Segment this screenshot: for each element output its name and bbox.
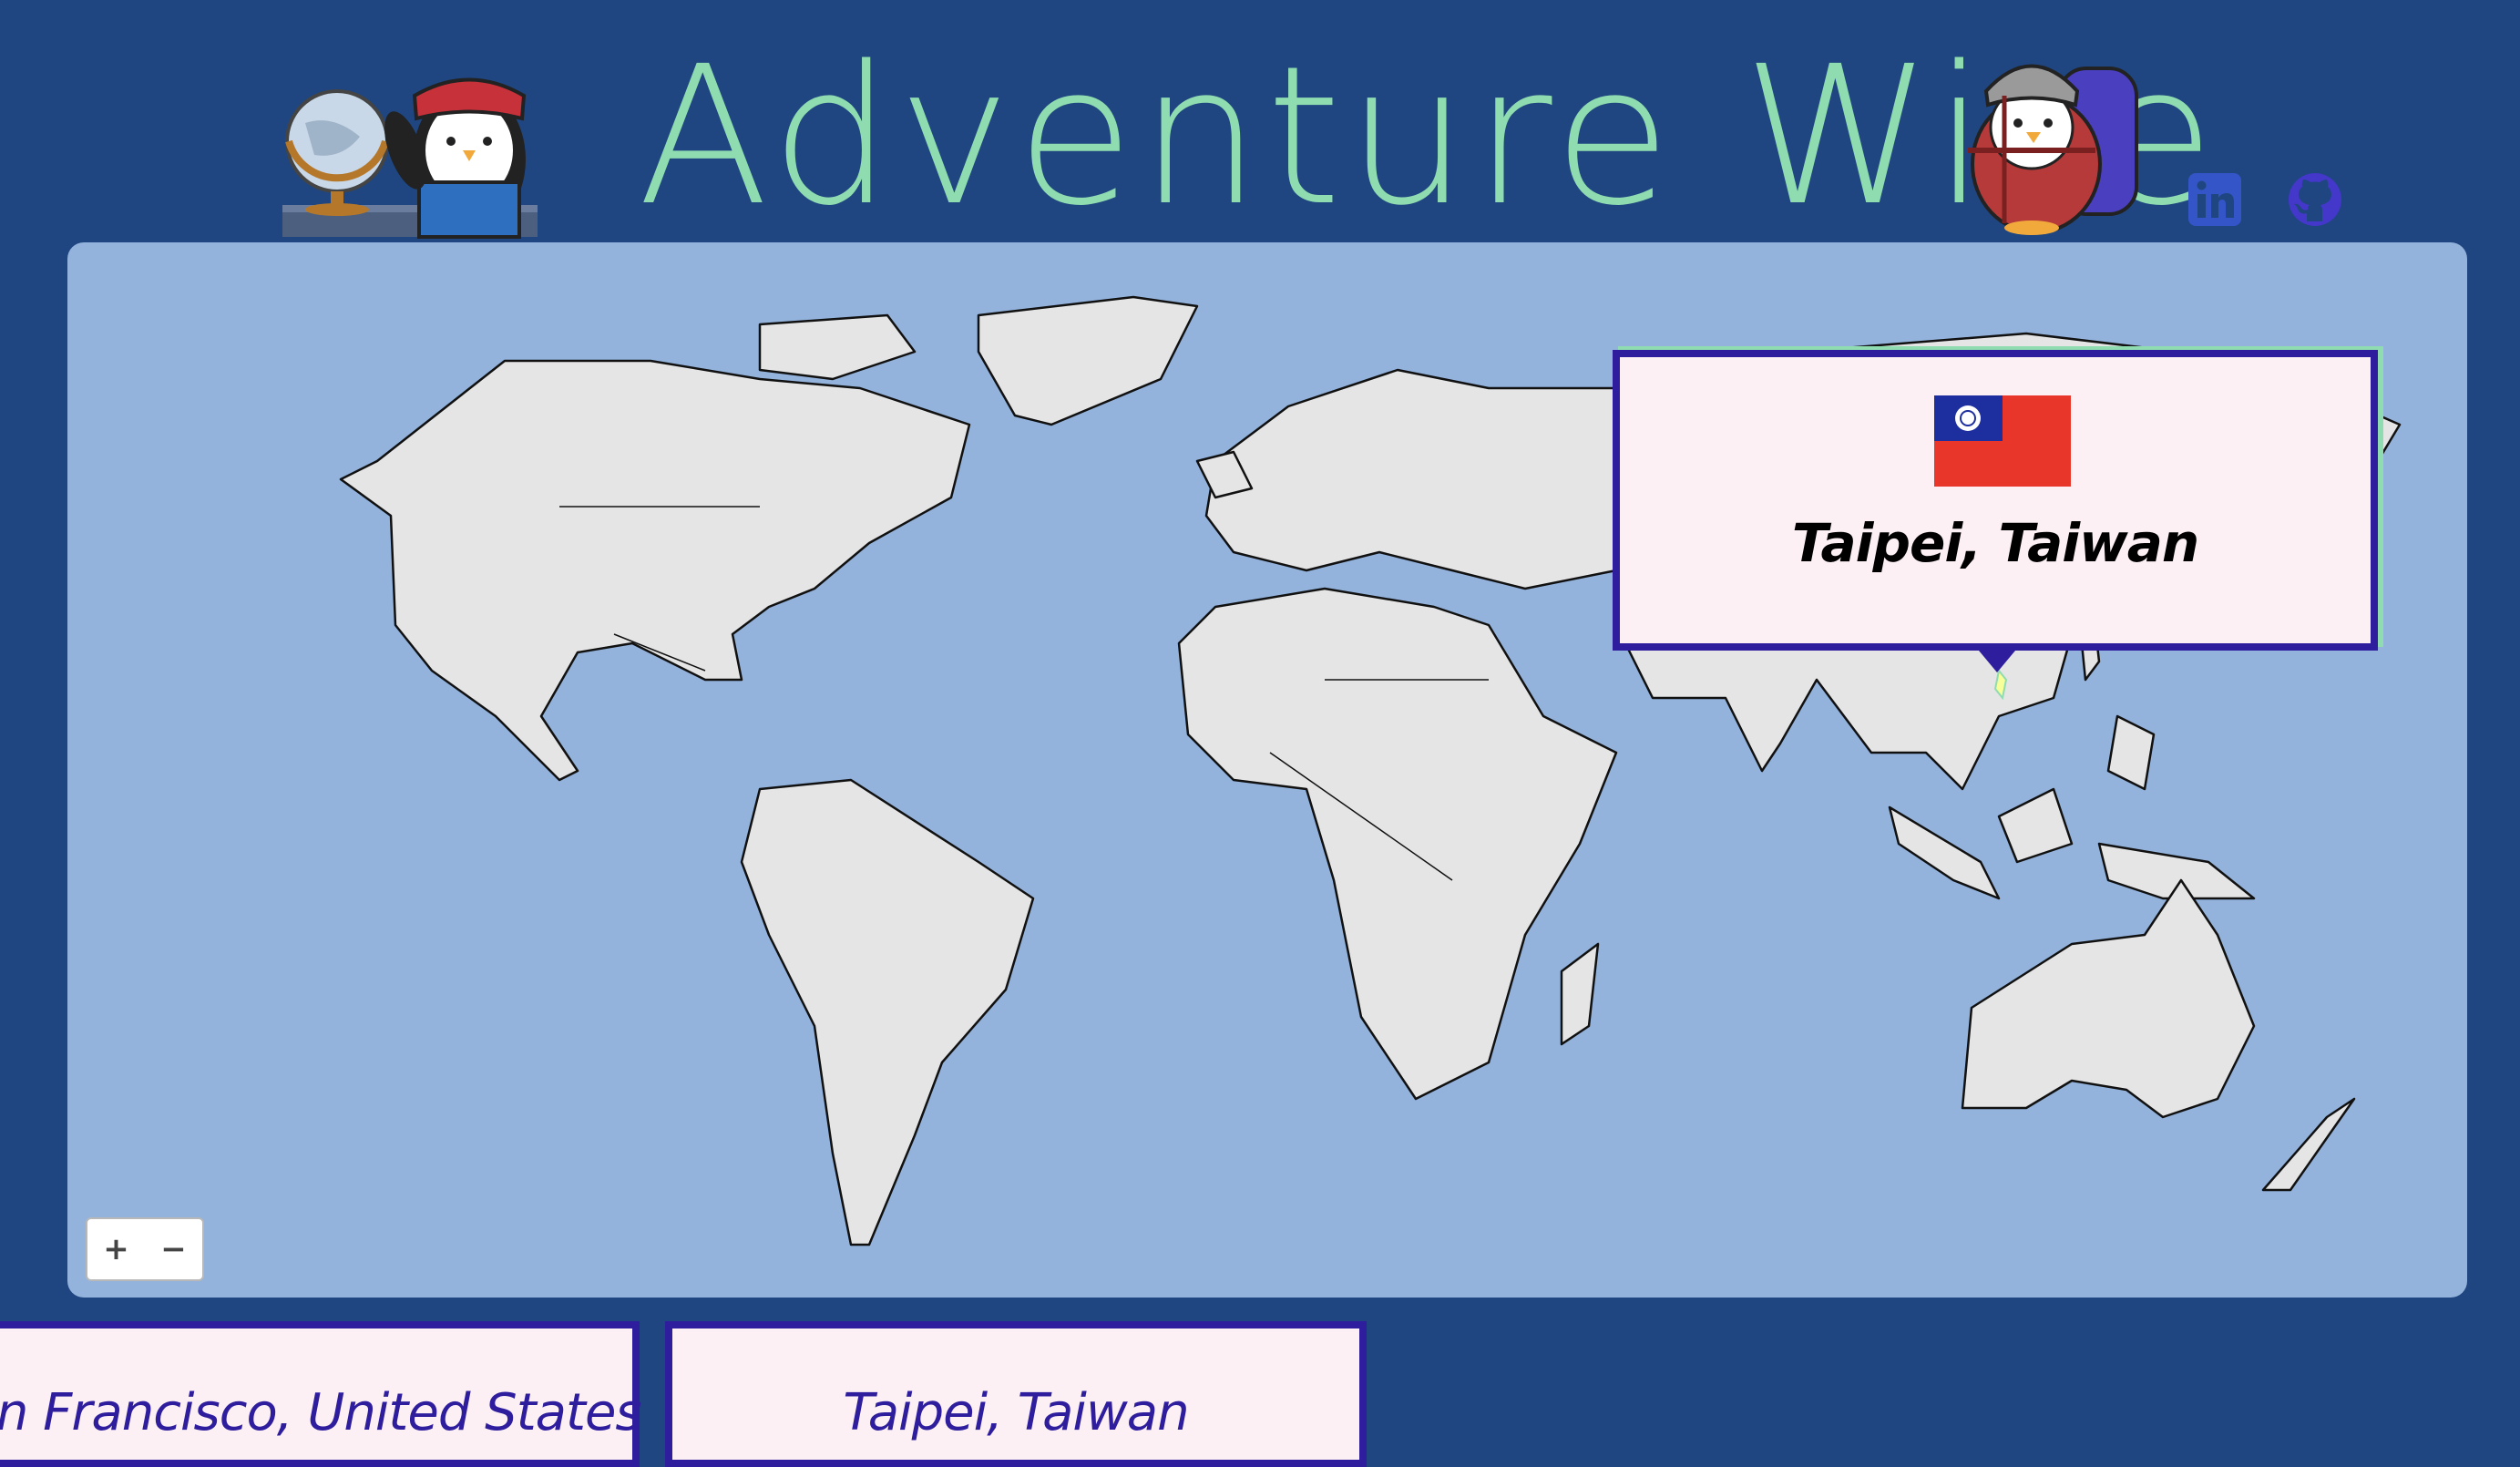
location-popup: Taipei, Taiwan <box>1613 350 2378 651</box>
location-card[interactable]: San Francisco, United States <box>0 1321 642 1467</box>
popup-pointer <box>1979 651 2015 672</box>
penguin-with-globe-icon <box>282 77 538 239</box>
location-card-label: Taipei, Taiwan <box>843 1383 1189 1442</box>
github-icon[interactable] <box>2287 171 2343 228</box>
linkedin-icon[interactable] <box>2187 171 2243 228</box>
zoom-out-button[interactable]: − <box>145 1231 202 1267</box>
zoom-in-button[interactable]: + <box>87 1231 145 1267</box>
penguin-backpacker-icon <box>1968 64 2138 235</box>
location-card-label: San Francisco, United States <box>0 1383 642 1442</box>
zoom-control: + − <box>86 1217 204 1281</box>
location-card[interactable]: Taipei, Taiwan <box>665 1321 1367 1467</box>
taiwan-flag-icon <box>1934 395 2071 487</box>
app-title: Adventure Wise <box>638 25 2220 248</box>
popup-city-label: Taipei, Taiwan <box>1791 512 2199 574</box>
